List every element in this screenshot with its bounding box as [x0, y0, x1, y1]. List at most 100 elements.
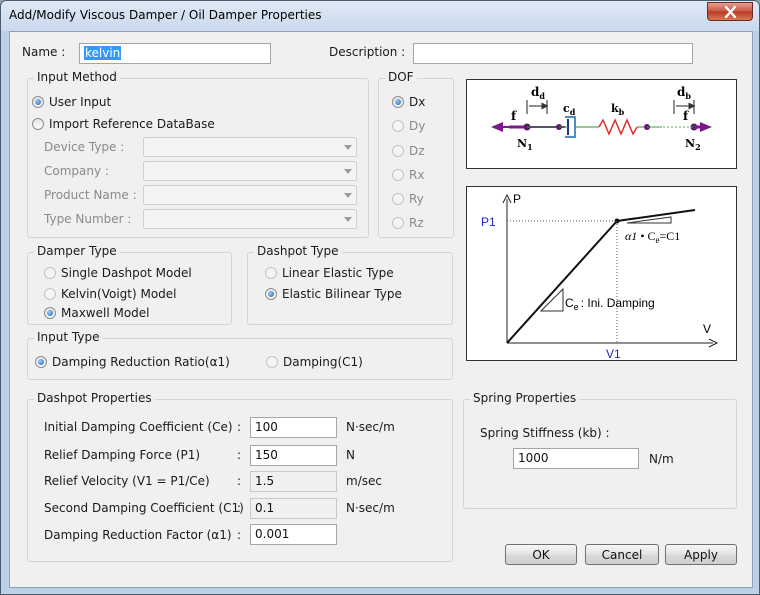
- name-value: kelvin: [84, 46, 122, 60]
- radio-label: Dx: [409, 95, 426, 109]
- description-input[interactable]: [413, 43, 693, 64]
- db-label: db: [677, 85, 691, 101]
- company-combo[interactable]: [143, 161, 357, 181]
- ok-button[interactable]: OK: [505, 544, 577, 565]
- p1-label: P1: [481, 215, 496, 229]
- radio-dot: [44, 288, 56, 300]
- radio-label: Rz: [409, 216, 424, 230]
- product-name-combo[interactable]: [143, 185, 357, 205]
- dialog-window: Add/Modify Viscous Damper / Oil Damper P…: [0, 0, 760, 595]
- chevron-down-icon: [344, 169, 352, 174]
- type-number-combo[interactable]: [143, 209, 357, 229]
- close-icon: [724, 6, 737, 18]
- radio-label: Damping(C1): [283, 355, 363, 369]
- radio-dot: [265, 267, 277, 279]
- radio-dot: [32, 118, 44, 130]
- dashpot-type-title: Dashpot Type: [254, 244, 342, 258]
- radio-label: Import Reference DataBase: [49, 117, 215, 131]
- radio-dot: [35, 356, 47, 368]
- dialog-client: Name : kelvin Description : Input Method…: [9, 31, 753, 588]
- radio-dot: [392, 120, 404, 132]
- damper-type-title: Damper Type: [34, 244, 120, 258]
- ce-input[interactable]: 100: [250, 417, 337, 438]
- radio-label: Dy: [409, 119, 426, 133]
- input-type-title: Input Type: [34, 330, 103, 344]
- ce-unit: N·sec/m: [346, 420, 395, 434]
- alpha1-field-label: Damping Reduction Factor (α1): [44, 528, 232, 542]
- spring-coil: [598, 118, 638, 136]
- x-axis-label: V: [703, 322, 711, 336]
- cancel-button[interactable]: Cancel: [585, 544, 659, 565]
- product-name-label: Product Name :: [44, 188, 137, 202]
- v1-unit: m/sec: [346, 474, 382, 488]
- c1-colon: :: [237, 501, 242, 515]
- radio-label: Rx: [409, 168, 425, 182]
- window-title: Add/Modify Viscous Damper / Oil Damper P…: [9, 8, 322, 22]
- radio-dot: [266, 356, 278, 368]
- cd-label: cd: [563, 102, 576, 117]
- f-left-label: f: [511, 109, 517, 123]
- radio-label: Single Dashpot Model: [61, 266, 192, 280]
- type-number-label: Type Number :: [44, 212, 132, 226]
- radio-dot: [392, 217, 404, 229]
- v1-input: 1.5: [250, 471, 337, 492]
- description-label: Description :: [329, 45, 406, 59]
- c1-input: 0.1: [250, 498, 337, 519]
- spring-stiffness-unit: N/m: [649, 452, 674, 466]
- apply-button[interactable]: Apply: [665, 544, 737, 565]
- alpha1-colon: :: [237, 528, 242, 542]
- bilinear-graph: P V P1 V1 α1 • Ce=C1 Ce: Ini. Damping: [466, 186, 737, 361]
- radio-label: Damping Reduction Ratio(α1): [52, 355, 230, 369]
- left-force-arrow-icon: [491, 122, 503, 132]
- schematic-svg: f f dd cd kb db N1 N2: [491, 85, 712, 152]
- dashpot-properties-title: Dashpot Properties: [34, 391, 155, 405]
- title-bar[interactable]: Add/Modify Viscous Damper / Oil Damper P…: [1, 1, 759, 31]
- initial-damping-label: Ce: Ini. Damping: [565, 296, 655, 312]
- ce-colon: :: [237, 420, 242, 434]
- p1-input[interactable]: 150: [250, 445, 337, 466]
- graph-svg: P V P1 V1 α1 • Ce=C1 Ce: Ini. Damping: [481, 192, 719, 360]
- right-force-arrow-icon: [700, 122, 712, 132]
- input-method-title: Input Method: [34, 70, 120, 84]
- device-type-label: Device Type :: [44, 140, 125, 154]
- radio-dot: [32, 96, 44, 108]
- spring-properties-title: Spring Properties: [470, 391, 580, 405]
- radio-label: Elastic Bilinear Type: [282, 287, 402, 301]
- n2-label: N2: [685, 137, 701, 152]
- dof-title: DOF: [385, 70, 417, 84]
- chevron-down-icon: [344, 193, 352, 198]
- name-input[interactable]: kelvin: [79, 43, 271, 64]
- radio-dot: [44, 267, 56, 279]
- radio-dot: [265, 288, 277, 300]
- close-button[interactable]: [707, 2, 753, 21]
- radio-label: Maxwell Model: [61, 306, 150, 320]
- radio-label: Kelvin(Voigt) Model: [61, 287, 177, 301]
- chevron-down-icon: [344, 145, 352, 150]
- kb-label: kb: [611, 102, 625, 117]
- p1-field-label: Relief Damping Force (P1): [44, 448, 201, 462]
- radio-label: Linear Elastic Type: [282, 266, 394, 280]
- n1-label: N1: [517, 137, 533, 152]
- radio-label: User Input: [49, 95, 112, 109]
- c1-unit: N·sec/m: [346, 501, 395, 515]
- p1-unit: N: [346, 448, 355, 462]
- alpha1-input[interactable]: 0.001: [250, 524, 337, 545]
- radio-label: Ry: [409, 192, 424, 206]
- c1-field-label: Second Damping Coefficient (C1): [44, 501, 244, 515]
- dd-label: dd: [531, 85, 545, 101]
- radio-dot: [392, 145, 404, 157]
- initial-slope-line: [506, 220, 618, 344]
- spring-stiffness-input[interactable]: 1000: [513, 448, 639, 469]
- device-type-combo[interactable]: [143, 137, 357, 157]
- damper-schematic: f f dd cd kb db N1 N2: [466, 79, 737, 169]
- radio-dot: [392, 96, 404, 108]
- spring-stiffness-label: Spring Stiffness (kb) :: [480, 426, 610, 440]
- radio-label: Dz: [409, 144, 425, 158]
- p1-colon: :: [237, 448, 242, 462]
- f-right-label: f: [683, 109, 689, 123]
- radio-dot: [392, 193, 404, 205]
- chevron-down-icon: [344, 217, 352, 222]
- v1-colon: :: [237, 474, 242, 488]
- v1-field-label: Relief Velocity (V1 = P1/Ce): [44, 474, 210, 488]
- slope-label: α1 • Ce=C1: [625, 229, 680, 245]
